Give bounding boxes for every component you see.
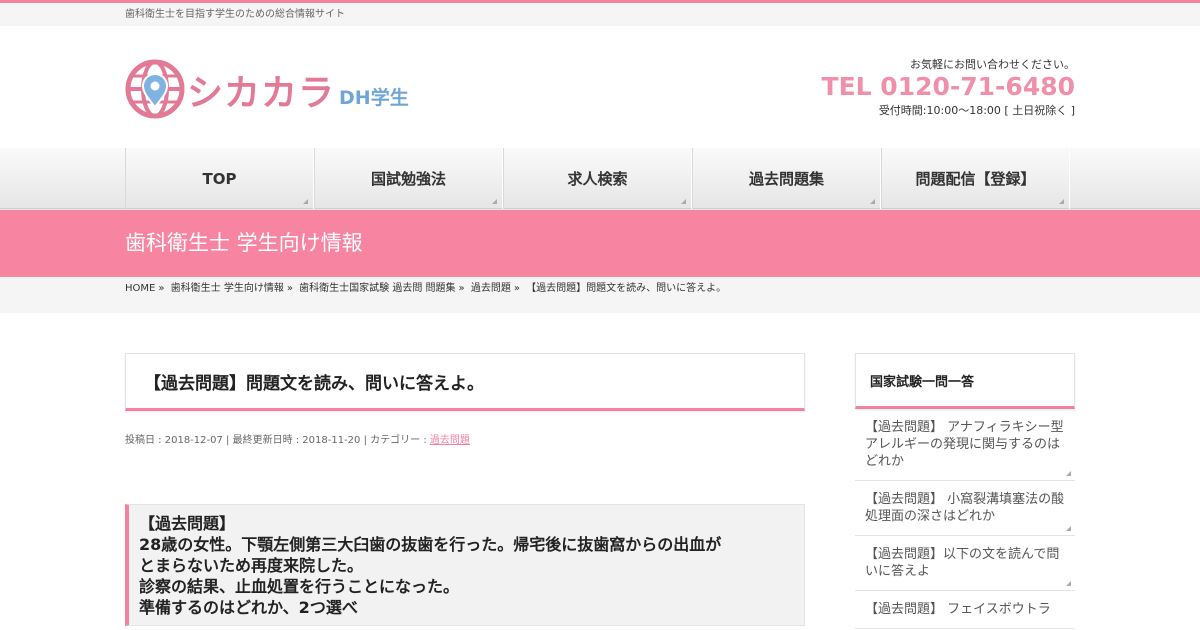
globe-pin-icon — [125, 59, 185, 119]
corner-arrow-icon — [303, 199, 308, 204]
question-box: 【過去問題】 28歳の女性。下顎左側第三大臼歯の抜歯を行った。帰宅後に抜歯窩から… — [125, 504, 805, 626]
nav-item-past-questions[interactable]: 過去問題集 — [692, 148, 881, 209]
main-column: 【過去問題】問題文を読み、問いに答えよ。 投稿日 : 2018-12-07 | … — [125, 353, 805, 629]
nav-item-register[interactable]: 問題配信【登録】 — [881, 148, 1070, 209]
nav-item-study-method[interactable]: 国試勉強法 — [314, 148, 503, 209]
sidebar-item[interactable]: 【過去問題】以下の文を読んで問いに答えよ — [855, 536, 1075, 591]
nav-item-top[interactable]: TOP — [125, 148, 314, 209]
sidebar-item-label: 【過去問題】 小窩裂溝填塞法の酸処理面の深さはどれか — [865, 492, 1065, 524]
corner-arrow-icon — [1066, 526, 1071, 531]
corner-arrow-icon — [1059, 199, 1064, 204]
sidebar: 国家試験一問一答 【過去問題】 アナフィラキシー型アレルギーの発現に関与するのは… — [855, 353, 1075, 629]
phone-number[interactable]: TEL 0120-71-6480 — [822, 72, 1075, 102]
sidebar-item[interactable]: 【過去問題】 フェイスボウトラ — [855, 591, 1075, 629]
question-line: 28歳の女性。下顎左側第三大臼歯の抜歯を行った。帰宅後に抜歯窩からの出血が — [139, 535, 722, 554]
corner-arrow-icon — [870, 199, 875, 204]
nav-label: TOP — [202, 169, 237, 188]
site-tagline: 歯科衛生士を目指す学生のための総合情報サイト — [125, 9, 345, 20]
contact-block: お気軽にお問い合わせください。 TEL 0120-71-6480 受付時間:10… — [822, 56, 1075, 118]
contact-lead: お気軽にお問い合わせください。 — [910, 58, 1075, 71]
tagline-bar: 歯科衛生士を目指す学生のための総合情報サイト — [0, 3, 1200, 26]
sidebar-item-label: 【過去問題】以下の文を読んで問いに答えよ — [865, 547, 1060, 579]
corner-arrow-icon — [681, 199, 686, 204]
logo-wordmark: シカカラ — [187, 73, 336, 114]
breadcrumb: HOME» 歯科衛生士 学生向け情報» 歯科衛生士国家試験 過去問 問題集» 過… — [0, 277, 1200, 313]
content-area: 【過去問題】問題文を読み、問いに答えよ。 投稿日 : 2018-12-07 | … — [125, 353, 1075, 629]
breadcrumb-category[interactable]: 歯科衛生士 学生向け情報 — [171, 283, 284, 294]
sidebar-heading: 国家試験一問一答 — [855, 353, 1075, 409]
question-line: 【過去問題】 — [139, 514, 236, 533]
question-line: とまらないため再度来院した。 — [139, 556, 364, 575]
global-nav: TOP 国試勉強法 求人検索 過去問題集 問題配信【登録】 — [0, 148, 1200, 209]
nav-label: 過去問題集 — [748, 170, 824, 188]
post-meta: 投稿日 : 2018-12-07 | 最終更新日時 : 2018-11-20 |… — [125, 431, 805, 446]
corner-arrow-icon — [492, 199, 497, 204]
business-hours: 受付時間:10:00～18:00 [ 土日祝除く ] — [878, 104, 1075, 117]
question-line: 診察の結果、止血処置を行うことになった。 — [139, 577, 460, 596]
post-title: 【過去問題】問題文を読み、問いに答えよ。 — [125, 353, 805, 411]
sidebar-item[interactable]: 【過去問題】 小窩裂溝填塞法の酸処理面の深さはどれか — [855, 481, 1075, 536]
corner-arrow-icon — [1066, 581, 1071, 586]
nav-item-job-search[interactable]: 求人検索 — [503, 148, 692, 209]
site-logo[interactable]: シカカラ DH学生 — [125, 59, 409, 119]
corner-arrow-icon — [1066, 471, 1071, 476]
category-banner: 歯科衛生士 学生向け情報 — [0, 209, 1200, 277]
site-header: シカカラ DH学生 お気軽にお問い合わせください。 TEL 0120-71-64… — [125, 26, 1075, 148]
breadcrumb-subcategory[interactable]: 過去問題 — [471, 283, 511, 294]
breadcrumb-current: 【過去問題】問題文を読み、問いに答えよ。 — [526, 283, 727, 294]
sidebar-item-label: 【過去問題】 フェイスボウトラ — [865, 602, 1051, 617]
sidebar-item[interactable]: 【過去問題】 アナフィラキシー型アレルギーの発現に関与するのはどれか — [855, 409, 1075, 481]
breadcrumb-collection[interactable]: 歯科衛生士国家試験 過去問 問題集 — [299, 283, 455, 294]
sidebar-item-label: 【過去問題】 アナフィラキシー型アレルギーの発現に関与するのはどれか — [865, 420, 1064, 469]
question-line: 準備するのはどれか、2つ選べ — [139, 598, 358, 617]
category-title: 歯科衛生士 学生向け情報 — [125, 231, 363, 255]
logo-subtitle: DH学生 — [339, 87, 409, 109]
nav-label: 求人検索 — [567, 170, 628, 188]
post-category-link[interactable]: 過去問題 — [430, 435, 470, 446]
post-dates: 投稿日 : 2018-12-07 | 最終更新日時 : 2018-11-20 |… — [125, 435, 430, 446]
breadcrumb-home[interactable]: HOME — [125, 283, 155, 294]
nav-label: 国試勉強法 — [370, 170, 446, 188]
nav-label: 問題配信【登録】 — [915, 170, 1036, 188]
